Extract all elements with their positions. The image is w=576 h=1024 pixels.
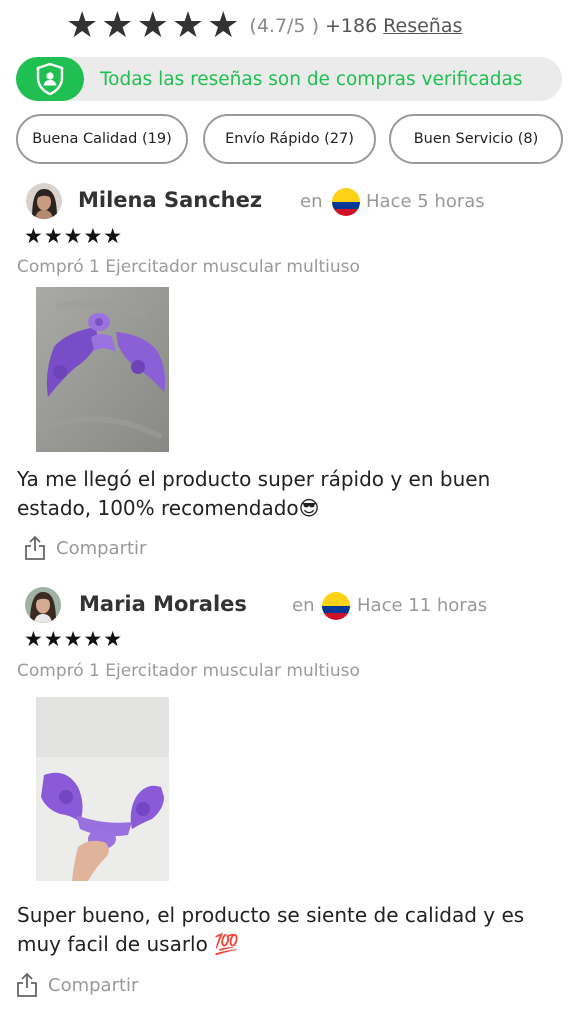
- verified-badge: [16, 57, 84, 101]
- share-label: Compartir: [56, 537, 147, 559]
- review-stars: ★★★★★: [24, 627, 124, 651]
- share-button[interactable]: Compartir: [24, 535, 146, 561]
- colombia-flag-icon: [332, 188, 360, 216]
- rating-summary: ★ ★ ★ ★ ★ (4.7/5 ) +186 Reseñas: [66, 4, 462, 48]
- star-icon: ★: [136, 5, 169, 46]
- avatar: [25, 587, 61, 623]
- purchased-product: Compró 1 Ejercitador muscular multiuso: [17, 257, 360, 277]
- reviewer-name: Maria Morales: [79, 592, 247, 616]
- star-icon: ★: [101, 5, 134, 46]
- shield-user-icon: [36, 62, 64, 96]
- avatar: [26, 183, 62, 219]
- verified-text: Todas las reseñas son de compras verific…: [100, 68, 523, 90]
- review-count: +186: [324, 15, 378, 37]
- share-icon: [17, 972, 37, 997]
- review-time: Hace 11 horas: [357, 595, 488, 616]
- star-icon: ★: [66, 5, 99, 46]
- review-photo[interactable]: [36, 287, 169, 452]
- colombia-flag-icon: [322, 592, 350, 620]
- country-prefix: en: [300, 191, 323, 212]
- share-button[interactable]: Compartir: [16, 972, 138, 998]
- star-icon: ★: [207, 5, 240, 46]
- verified-purchases-banner: Todas las reseñas son de compras verific…: [16, 57, 562, 101]
- share-icon: [25, 535, 45, 560]
- star-icon: ★: [171, 5, 205, 46]
- average-score: (4.7/5 ): [249, 15, 319, 37]
- filter-chip-buen-servicio[interactable]: Buen Servicio (8): [389, 114, 563, 164]
- reviews-link[interactable]: Reseñas: [383, 15, 462, 37]
- filter-chip-envio-rapido[interactable]: Envío Rápido (27): [203, 114, 376, 164]
- country-prefix: en: [292, 595, 315, 616]
- share-label: Compartir: [48, 974, 139, 996]
- review-time: Hace 5 horas: [366, 191, 485, 212]
- summary-stars: ★ ★ ★ ★ ★: [66, 8, 239, 44]
- reviewer-name: Milena Sanchez: [78, 188, 263, 212]
- purchased-product: Compró 1 Ejercitador muscular multiuso: [17, 661, 360, 681]
- review-text: Ya me llegó el producto super rápido y e…: [17, 467, 491, 520]
- review-text: Super bueno, el producto se siente de ca…: [17, 903, 525, 956]
- filter-chip-buena-calidad[interactable]: Buena Calidad (19): [16, 114, 188, 164]
- review-photo[interactable]: [36, 697, 169, 881]
- review-stars: ★★★★★: [24, 224, 124, 248]
